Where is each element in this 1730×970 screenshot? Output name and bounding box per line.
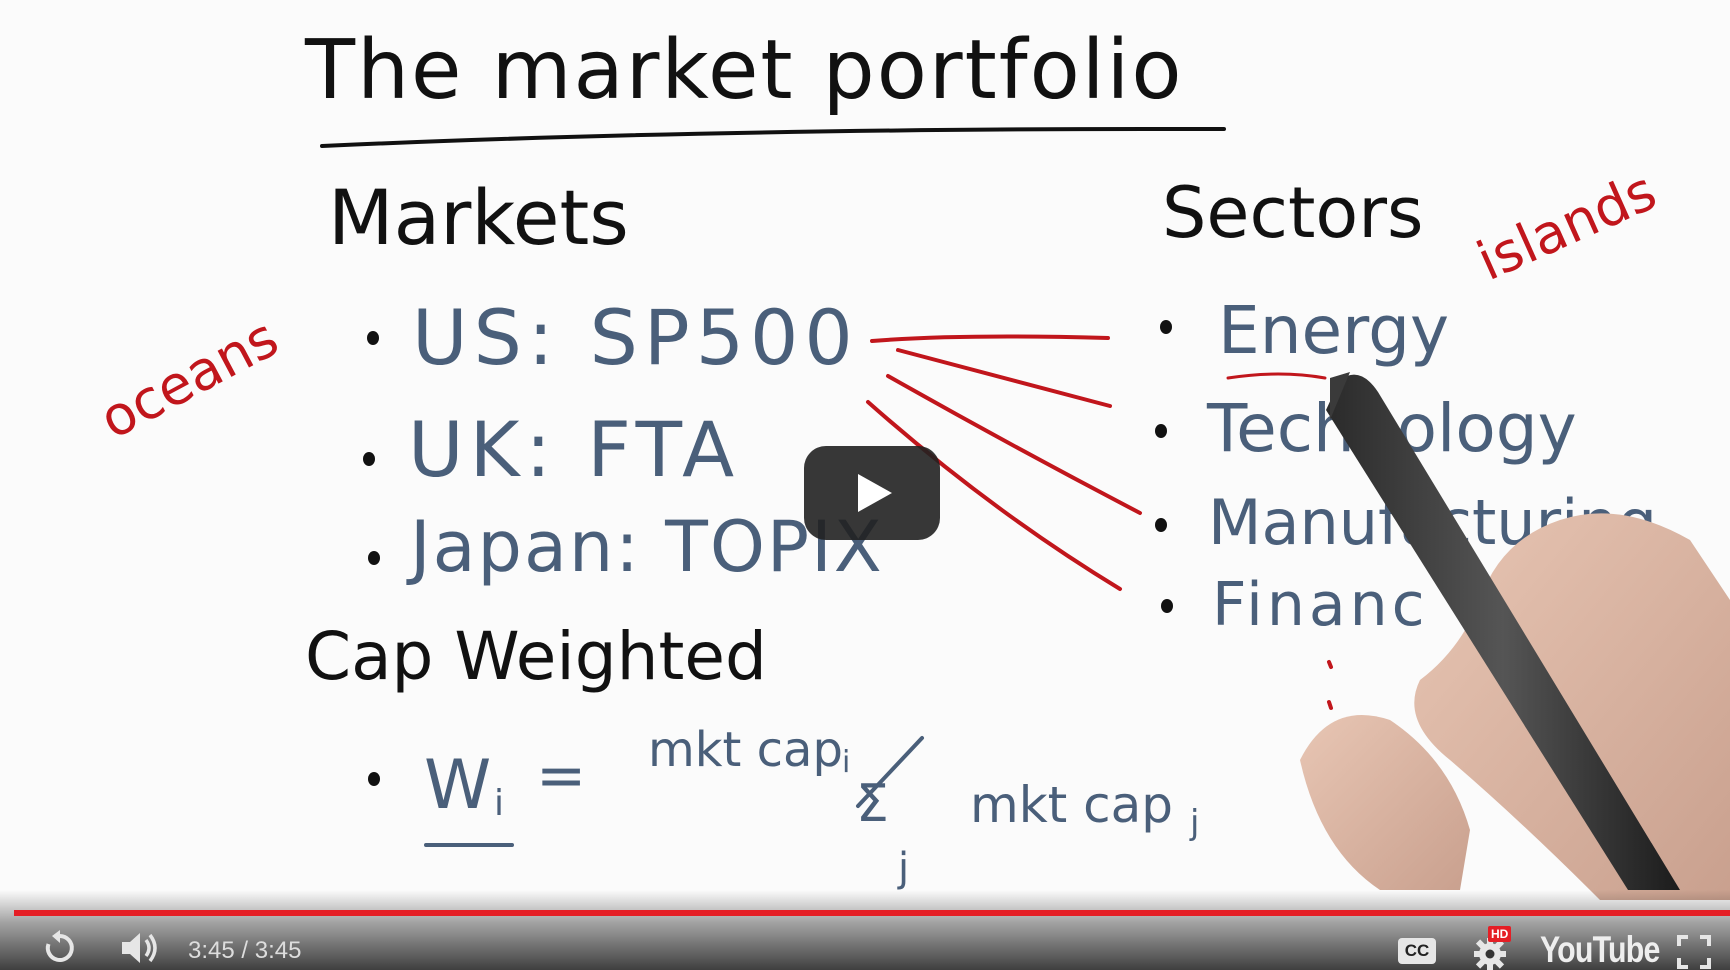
video-player[interactable]: The market portfolio Markets US: SP500 U… xyxy=(0,0,1730,970)
player-controls: 3:45 / 3:45 CC HD YouTube xyxy=(0,890,1730,970)
duration: 3:45 xyxy=(254,937,302,964)
play-icon xyxy=(858,474,892,512)
youtube-logo[interactable]: YouTube xyxy=(1540,929,1660,970)
current-time: 3:45 xyxy=(188,937,235,964)
replay-icon[interactable] xyxy=(40,928,80,968)
time-display: 3:45 / 3:45 xyxy=(188,937,301,965)
fullscreen-icon[interactable] xyxy=(1676,934,1712,970)
cc-label: CC xyxy=(1404,941,1430,960)
hd-badge: HD xyxy=(1488,926,1512,942)
cc-icon[interactable]: CC xyxy=(1398,938,1436,964)
progress-bar-fill xyxy=(14,910,1730,916)
progress-bar[interactable] xyxy=(14,910,1730,916)
time-separator: / xyxy=(234,937,255,964)
volume-icon[interactable] xyxy=(118,928,162,968)
play-button[interactable] xyxy=(804,446,940,540)
